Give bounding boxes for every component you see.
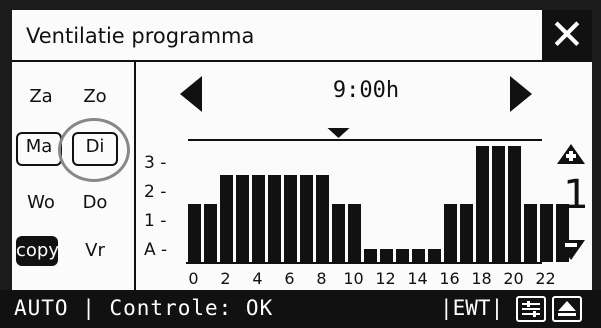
highlight-ring [58, 118, 130, 182]
chart-bar [300, 175, 313, 262]
chart-bar [524, 204, 537, 262]
close-button[interactable]: ✕ [542, 10, 592, 60]
day-ma[interactable]: Ma [16, 132, 62, 166]
x-tick-label: 6 [284, 269, 294, 288]
x-tick-label: 12 [375, 269, 395, 288]
y-tick-label: 2 - [144, 182, 166, 202]
chart-bar [252, 175, 265, 262]
day-za[interactable]: Za [20, 82, 62, 112]
page-title: Ventilatie programma [26, 24, 255, 48]
status-text: AUTO | Controle: OK [14, 296, 274, 320]
chart-bar [396, 249, 409, 262]
program-chart: 9:00h 3 -2 -1 -A -0 2 4 6 8 10 12 14 16 18 20 22 1 [136, 62, 592, 290]
y-tick-label: 1 - [144, 211, 166, 231]
x-tick-label: 16 [439, 269, 459, 288]
y-tick-label: A - [144, 240, 167, 260]
x-tick-label: 10 [343, 269, 363, 288]
day-vr[interactable]: Vr [74, 236, 116, 266]
increase-button[interactable] [556, 142, 586, 166]
x-tick-label: 2 [220, 269, 230, 288]
chart-bar [460, 204, 473, 262]
day-wo[interactable]: Wo [20, 188, 62, 218]
chart-bar [188, 204, 201, 262]
x-tick-label: 22 [535, 269, 555, 288]
chart-bar [204, 204, 217, 262]
chart-bar [444, 204, 457, 262]
y-tick-label: 3 - [144, 153, 166, 173]
close-icon: ✕ [549, 10, 585, 59]
day-do[interactable]: Do [74, 188, 116, 218]
plus-icon [557, 144, 585, 164]
chart-bar [412, 249, 425, 262]
chart-bar [428, 249, 441, 262]
x-tick-label: 4 [252, 269, 262, 288]
x-tick-label: 20 [503, 269, 523, 288]
bar-chart: 3 - 2 - 1 - A - 0 2 4 6 8 10 12 14 16 18 20 22 [144, 128, 569, 288]
chart-bar [268, 175, 281, 262]
day-zo[interactable]: Zo [74, 82, 116, 112]
day-selector: Za Zo Ma Di Wo Do copy Vr [12, 62, 136, 290]
x-tick-label: 14 [407, 269, 427, 288]
chart-bar [316, 175, 329, 262]
copy-button[interactable]: copy [16, 236, 59, 266]
decrease-button[interactable] [556, 238, 586, 262]
chart-bar [348, 204, 361, 262]
chart-bar [236, 175, 249, 262]
chart-bar [220, 175, 233, 262]
screen: Ventilatie programma ✕ Za Zo Ma Di Wo Do… [12, 10, 592, 290]
eject-icon[interactable] [552, 296, 582, 322]
minus-icon [557, 240, 585, 260]
status-bar: AUTO | Controle: OK |EWT| [0, 290, 601, 328]
chart-bar [380, 249, 393, 262]
chart-bar [508, 146, 521, 262]
x-tick-label: 0 [188, 269, 198, 288]
level-value: 1 [563, 172, 589, 218]
chart-bar [540, 204, 553, 262]
chart-bar [476, 146, 489, 262]
chart-bar [284, 175, 297, 262]
chart-bar [492, 146, 505, 262]
settings-icon[interactable] [516, 296, 546, 322]
ewt-indicator[interactable]: |EWT| [440, 296, 503, 320]
title-bar: Ventilatie programma ✕ [12, 10, 592, 62]
chart-bar [364, 249, 377, 262]
x-tick-label: 8 [316, 269, 326, 288]
x-tick-label: 18 [471, 269, 491, 288]
chart-bar [332, 204, 345, 262]
time-cursor-icon [327, 128, 350, 138]
